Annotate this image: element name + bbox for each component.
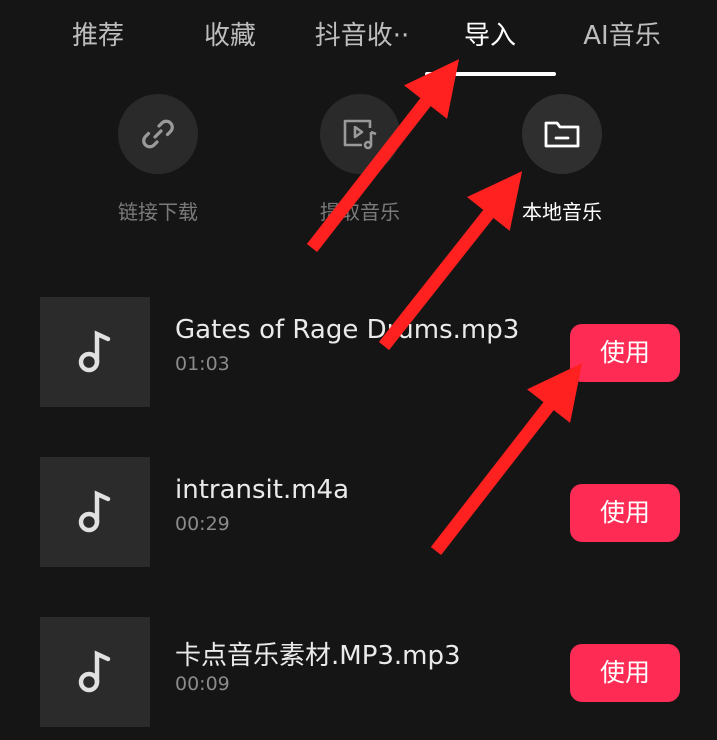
track-row[interactable]: intransit.m4a 00:29 使用 (0, 457, 717, 567)
track-title: Gates of Rage Drums.mp3 (175, 315, 520, 345)
option-link-download-circle (118, 94, 198, 174)
option-local-music-circle (522, 94, 602, 174)
use-button[interactable]: 使用 (570, 644, 680, 702)
track-duration: 01:03 (175, 353, 230, 375)
track-title: 卡点音乐素材.MP3.mp3 (175, 641, 461, 671)
option-label: 本地音乐 (522, 200, 602, 224)
track-thumbnail (40, 617, 150, 727)
track-duration: 00:09 (175, 673, 230, 695)
option-link-download[interactable]: 链接下载 (78, 94, 238, 224)
track-duration: 00:29 (175, 513, 230, 535)
option-local-music[interactable]: 本地音乐 (482, 94, 642, 224)
tab-favorites[interactable]: 收藏 (192, 14, 268, 58)
option-extract-music-circle (320, 94, 400, 174)
track-thumbnail (40, 457, 150, 567)
use-button[interactable]: 使用 (570, 484, 680, 542)
music-note-icon (78, 650, 111, 693)
option-label: 提取音乐 (320, 200, 400, 224)
tab-douyin-favorites[interactable]: 抖音收·· (306, 14, 418, 58)
music-note-icon (78, 330, 111, 373)
tab-ai-music[interactable]: AI音乐 (572, 14, 672, 58)
music-note-icon (78, 490, 111, 533)
option-extract-music[interactable]: 提取音乐 (280, 94, 440, 224)
track-row[interactable]: Gates of Rage Drums.mp3 01:03 使用 (0, 297, 717, 407)
tab-import[interactable]: 导入 (452, 14, 528, 58)
folder-icon (544, 121, 580, 148)
video-music-icon (343, 119, 377, 150)
track-title: intransit.m4a (175, 475, 350, 505)
option-label: 链接下载 (118, 200, 198, 224)
track-thumbnail (40, 297, 150, 407)
tab-recommend[interactable]: 推荐 (60, 14, 136, 58)
use-button[interactable]: 使用 (570, 324, 680, 382)
tab-bar: 推荐 收藏 抖音收·· 导入 AI音乐 (0, 0, 717, 80)
link-icon (142, 119, 174, 149)
track-row[interactable]: 卡点音乐素材.MP3.mp3 00:09 使用 (0, 617, 717, 727)
active-tab-indicator (425, 72, 556, 76)
